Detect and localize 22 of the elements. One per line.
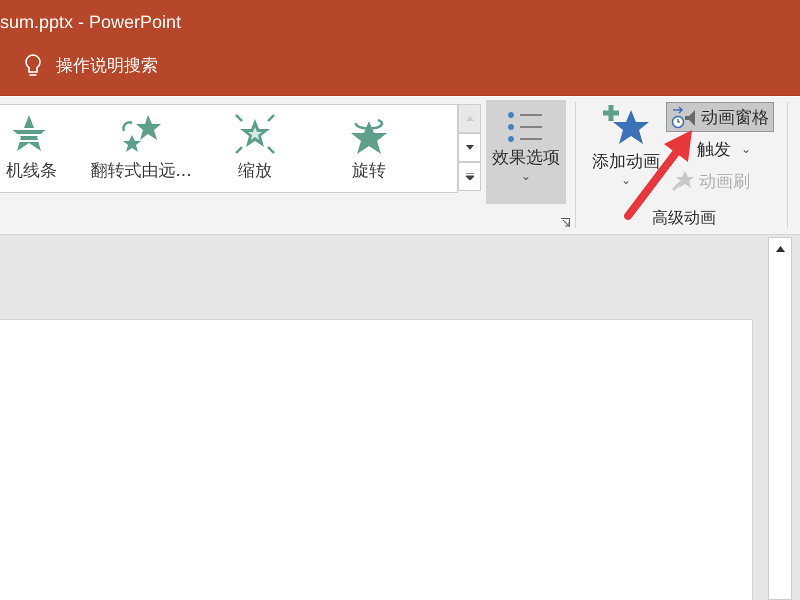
lightbulb-icon (24, 53, 42, 79)
animation-gallery-item[interactable]: 机线条 (0, 105, 84, 192)
animation-gallery-item[interactable]: 缩放 (198, 105, 312, 192)
gallery-more-button[interactable] (458, 162, 481, 191)
tell-me-search-field[interactable]: 操作说明搜索 (54, 55, 258, 77)
add-animation-button[interactable]: 添加动画 ⌄ (586, 96, 666, 208)
speaker-clock-icon (671, 105, 697, 129)
trigger-button[interactable]: 触发 ⌄ (666, 134, 756, 164)
up-arrow-icon (466, 116, 474, 121)
animation-gallery-item[interactable]: 翻转式由远... (84, 105, 198, 192)
up-arrow-icon (776, 246, 784, 252)
animation-pane-button[interactable]: 动画窗格 (666, 102, 774, 132)
vertical-scrollbar[interactable] (768, 237, 792, 600)
down-arrow-icon (466, 145, 474, 150)
expand-icon (466, 173, 474, 180)
animation-gallery-item[interactable]: 旋转 (312, 105, 426, 192)
gallery-scroll-down-button[interactable] (458, 133, 481, 162)
dialog-launcher-icon[interactable] (561, 218, 570, 227)
group-label: 高级动画 (651, 208, 717, 229)
star-brush-icon (671, 170, 695, 192)
window-title: sum.pptx - PowerPoint (0, 11, 182, 34)
effect-options-button[interactable]: 效果选项 ⌄ (486, 100, 566, 204)
